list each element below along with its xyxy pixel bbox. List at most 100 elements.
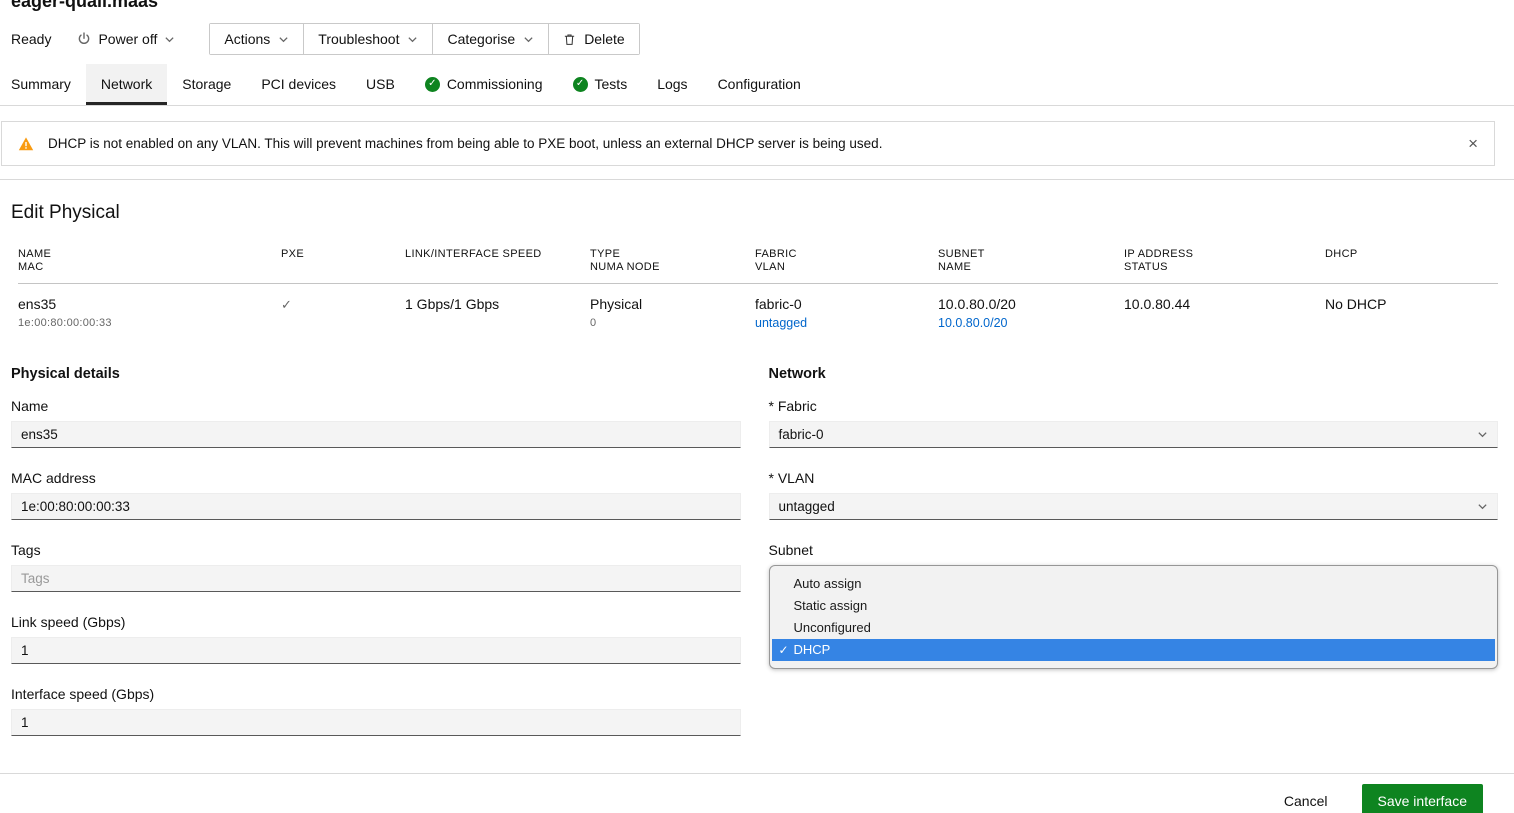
tags-field-group: Tags xyxy=(11,542,741,592)
success-check-icon: ✓ xyxy=(425,77,440,92)
chevron-down-icon xyxy=(407,34,418,45)
tab-label: USB xyxy=(366,76,395,92)
power-icon xyxy=(77,32,91,46)
mac-label: MAC address xyxy=(11,470,741,486)
tab-logs[interactable]: Logs xyxy=(642,64,702,105)
subnet-option-dhcp[interactable]: ✓ DHCP xyxy=(772,639,1496,661)
numa-node: 0 xyxy=(590,317,755,329)
subnet-option-auto-assign[interactable]: Auto assign xyxy=(772,573,1496,595)
delete-label: Delete xyxy=(584,31,624,47)
tab-pci-devices[interactable]: PCI devices xyxy=(246,64,351,105)
name-field-group: Name xyxy=(11,398,741,448)
tab-usb[interactable]: USB xyxy=(351,64,410,105)
vlan-select[interactable]: untagged xyxy=(769,493,1499,520)
machine-actions-group: Actions Troubleshoot Categorise Delete xyxy=(209,23,639,55)
mac-input[interactable] xyxy=(11,493,741,520)
tab-label: Configuration xyxy=(718,76,801,92)
categorise-menu-button[interactable]: Categorise xyxy=(433,24,549,54)
tab-label: Summary xyxy=(11,76,71,92)
warning-icon xyxy=(18,136,34,152)
tab-label: PCI devices xyxy=(261,76,336,92)
fabric-label: * Fabric xyxy=(769,398,1499,414)
tab-tests[interactable]: ✓ Tests xyxy=(558,64,643,105)
fabric-field-group: * Fabric fabric-0 xyxy=(769,398,1499,448)
categorise-label: Categorise xyxy=(447,31,515,47)
tab-configuration[interactable]: Configuration xyxy=(703,64,816,105)
network-title: Network xyxy=(769,366,1499,382)
chevron-down-icon xyxy=(278,34,289,45)
chevron-down-icon xyxy=(1477,429,1488,440)
vlan-link[interactable]: untagged xyxy=(755,316,807,330)
dhcp-warning-banner: DHCP is not enabled on any VLAN. This wi… xyxy=(1,121,1495,166)
cell-ip-address: 10.0.80.44 xyxy=(1124,296,1325,330)
edit-physical-panel: Edit Physical NAMEMAC PXE LINK/INTERFACE… xyxy=(0,179,1514,758)
col-header-link-speed: LINK/INTERFACE SPEED xyxy=(405,248,590,273)
cell-subnet: 10.0.80.0/20 10.0.80.0/20 xyxy=(938,296,1124,330)
actions-menu-button[interactable]: Actions xyxy=(210,24,304,54)
power-label: Power off xyxy=(98,31,157,47)
tab-label: Storage xyxy=(182,76,231,92)
physical-details-title: Physical details xyxy=(11,366,741,382)
chevron-down-icon xyxy=(523,34,534,45)
machine-status-bar: Ready Power off Actions Troubleshoot Cat… xyxy=(0,22,1514,56)
network-column: Network * Fabric fabric-0 * VLAN untagge… xyxy=(769,366,1499,758)
tags-input[interactable] xyxy=(11,565,741,592)
physical-details-column: Physical details Name MAC address Tags L… xyxy=(11,366,741,758)
name-label: Name xyxy=(11,398,741,414)
link-speed-label: Link speed (Gbps) xyxy=(11,614,741,630)
tab-summary[interactable]: Summary xyxy=(0,64,86,105)
subnet-field-group: Subnet Auto assign Static assign Unconfi… xyxy=(769,542,1499,669)
col-header-subnet-name: SUBNETNAME xyxy=(938,248,1124,273)
cell-pxe: ✓ xyxy=(281,296,405,330)
fabric-selected-value: fabric-0 xyxy=(779,427,824,442)
troubleshoot-menu-button[interactable]: Troubleshoot xyxy=(304,24,433,54)
tab-label: Tests xyxy=(595,76,628,92)
cancel-button[interactable]: Cancel xyxy=(1284,793,1328,809)
machine-details-page: eager-quail.maas Ready Power off Actions… xyxy=(0,0,1514,813)
subnet-option-static-assign[interactable]: Static assign xyxy=(772,595,1496,617)
col-header-pxe: PXE xyxy=(281,248,405,273)
tab-label: Logs xyxy=(657,76,687,92)
edit-interface-form: Physical details Name MAC address Tags L… xyxy=(11,366,1498,758)
subnet-label: Subnet xyxy=(769,542,1499,558)
subnet-link[interactable]: 10.0.80.0/20 xyxy=(938,316,1008,330)
mac-field-group: MAC address xyxy=(11,470,741,520)
fabric-name: fabric-0 xyxy=(755,296,938,312)
vlan-label: * VLAN xyxy=(769,470,1499,486)
interface-speed-field-group: Interface speed (Gbps) xyxy=(11,686,741,736)
selected-check-icon: ✓ xyxy=(779,639,789,661)
interface-mac: 1e:00:80:00:00:33 xyxy=(18,317,281,329)
save-interface-button[interactable]: Save interface xyxy=(1362,784,1484,813)
tab-storage[interactable]: Storage xyxy=(167,64,246,105)
interface-name: ens35 xyxy=(18,296,281,312)
interface-table-row: ens35 1e:00:80:00:00:33 ✓ 1 Gbps/1 Gbps … xyxy=(18,284,1498,344)
interface-speed-input[interactable] xyxy=(11,709,741,736)
machine-tabs: Summary Network Storage PCI devices USB … xyxy=(0,64,1514,106)
tags-label: Tags xyxy=(11,542,741,558)
subnet-dropdown-list: Auto assign Static assign Unconfigured ✓… xyxy=(769,565,1499,669)
success-check-icon: ✓ xyxy=(573,77,588,92)
interface-table: NAMEMAC PXE LINK/INTERFACE SPEED TYPENUM… xyxy=(11,248,1498,344)
power-menu-button[interactable]: Power off xyxy=(73,25,179,53)
cell-type-numa: Physical 0 xyxy=(590,296,755,330)
fabric-select[interactable]: fabric-0 xyxy=(769,421,1499,448)
col-header-name-mac: NAMEMAC xyxy=(18,248,281,273)
warning-message: DHCP is not enabled on any VLAN. This wi… xyxy=(48,136,882,151)
tab-network[interactable]: Network xyxy=(86,64,167,105)
name-input[interactable] xyxy=(11,421,741,448)
delete-button[interactable]: Delete xyxy=(549,24,638,54)
subnet-option-unconfigured[interactable]: Unconfigured xyxy=(772,617,1496,639)
link-speed-input[interactable] xyxy=(11,637,741,664)
col-header-type-numa: TYPENUMA NODE xyxy=(590,248,755,273)
chevron-down-icon xyxy=(1477,501,1488,512)
interface-speed-label: Interface speed (Gbps) xyxy=(11,686,741,702)
cell-name-mac: ens35 1e:00:80:00:00:33 xyxy=(18,296,281,330)
link-speed-field-group: Link speed (Gbps) xyxy=(11,614,741,664)
close-icon[interactable]: × xyxy=(1468,135,1478,152)
cell-dhcp: No DHCP xyxy=(1325,296,1498,330)
tab-commissioning[interactable]: ✓ Commissioning xyxy=(410,64,558,105)
cell-link-speed: 1 Gbps/1 Gbps xyxy=(405,296,590,330)
trash-icon xyxy=(563,33,576,46)
tab-label: Network xyxy=(101,76,152,92)
col-header-fabric-vlan: FABRICVLAN xyxy=(755,248,938,273)
